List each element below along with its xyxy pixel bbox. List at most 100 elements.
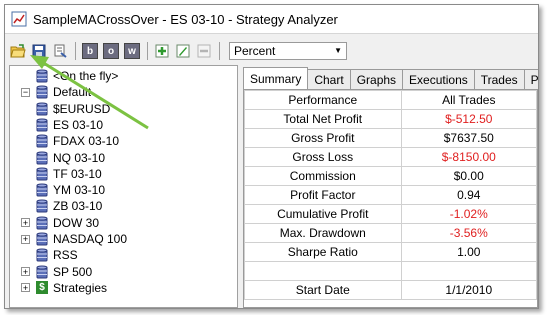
b-icon: b — [82, 43, 98, 59]
tree-item-label: Strategies — [53, 280, 108, 295]
metric-value: -1.02% — [400, 204, 537, 224]
tree-item-label: SP 500 — [53, 264, 93, 279]
tree-item-label: FDAX 03-10 — [53, 134, 120, 149]
metric-label: Gross Profit — [244, 128, 402, 148]
metric-label: Total Net Profit — [244, 109, 402, 129]
tab-executions[interactable]: Executions — [402, 69, 475, 89]
table-row: Commission $0.00 — [244, 166, 537, 186]
tab-periods[interactable]: Periods — [523, 69, 538, 89]
metric-label: Sharpe Ratio — [244, 242, 402, 262]
tree-item-label: ZB 03-10 — [53, 199, 103, 214]
table-row: Profit Factor 0.94 — [244, 185, 537, 205]
table-row: Gross Profit $7637.50 — [244, 128, 537, 148]
tree-item[interactable]: <On the fly> — [36, 68, 118, 84]
table-row: Max. Drawdown -3.56% — [244, 223, 537, 243]
tree-item-label: $EURUSD — [53, 101, 111, 116]
add-button[interactable] — [153, 42, 171, 60]
display-unit-value: Percent — [234, 44, 276, 58]
toolbar-separator — [75, 42, 76, 60]
table-header-row: Performance All Trades — [244, 90, 537, 110]
table-row: Gross Loss $-8150.00 — [244, 147, 537, 167]
metric-value: $-512.50 — [400, 109, 537, 129]
dropdown-arrow-icon: ▼ — [334, 46, 342, 55]
strategy-analyzer-icon — [11, 11, 27, 27]
display-unit-combo[interactable]: Percent ▼ — [229, 42, 347, 60]
toolbar-separator — [219, 42, 220, 60]
b-button[interactable]: b — [81, 42, 99, 60]
tree-item[interactable]: ZB 03-10 — [36, 198, 102, 214]
tree-item-label: <On the fly> — [53, 69, 119, 83]
tree-item-label: NQ 03-10 — [53, 150, 106, 165]
summary-grid: Performance All Trades Total Net Profit $… — [243, 89, 538, 308]
tree-item[interactable]: + NASDAQ 100 — [21, 231, 127, 247]
tree-item[interactable]: + $ Strategies — [21, 280, 107, 296]
tab-chart[interactable]: Chart — [307, 69, 351, 89]
expand-icon[interactable]: + — [21, 267, 30, 277]
table-row: Sharpe Ratio 1.00 — [244, 242, 537, 262]
expand-icon[interactable]: + — [21, 218, 30, 228]
tree-item[interactable]: − Default — [21, 84, 91, 100]
open-folder-icon — [10, 44, 26, 58]
tree-item[interactable]: RSS — [21, 247, 78, 263]
strategy-icon: $ — [36, 281, 48, 295]
remove-button[interactable] — [195, 42, 213, 60]
instrument-tree: <On the fly> − Default $EURUSD ES 03-10 FDAX … — [9, 65, 238, 308]
database-icon — [36, 134, 48, 148]
o-icon: o — [103, 43, 119, 59]
remove-icon — [197, 44, 211, 58]
metric-value: $-8150.00 — [400, 147, 537, 167]
database-icon — [36, 265, 48, 279]
tree-item[interactable]: YM 03-10 — [36, 182, 105, 198]
metric-value: $7637.50 — [400, 128, 537, 148]
save-button[interactable] — [30, 42, 48, 60]
metric-value: 0.94 — [400, 185, 537, 205]
expand-icon[interactable]: + — [21, 283, 30, 293]
tree-item-label: ES 03-10 — [53, 117, 104, 132]
expand-icon[interactable]: + — [21, 234, 30, 244]
tree-item[interactable]: TF 03-10 — [36, 166, 102, 182]
tree-item-label: DOW 30 — [53, 215, 100, 230]
database-icon — [36, 118, 48, 132]
properties-button[interactable] — [51, 42, 69, 60]
metric-label: Cumulative Profit — [244, 204, 402, 224]
results-panel: Summary Chart Graphs Executions Trades P… — [243, 65, 538, 308]
tree-item-label: TF 03-10 — [53, 166, 102, 181]
database-icon — [36, 85, 48, 99]
tree-item[interactable]: ES 03-10 — [36, 117, 103, 133]
results-tabs: Summary Chart Graphs Executions Trades P… — [243, 67, 538, 89]
column-header-performance[interactable]: Performance — [244, 90, 402, 110]
metric-label: Start Date — [244, 280, 402, 300]
summary-table: Performance All Trades Total Net Profit $… — [244, 90, 537, 300]
tree-item-label: RSS — [53, 248, 78, 263]
metric-value: 1/1/2010 — [400, 280, 537, 300]
metric-label — [244, 261, 402, 281]
w-button[interactable]: w — [123, 42, 141, 60]
column-header-all-trades[interactable]: All Trades — [400, 90, 537, 110]
tree-item[interactable]: FDAX 03-10 — [36, 133, 119, 149]
metric-label: Gross Loss — [244, 147, 402, 167]
database-icon — [36, 102, 48, 116]
o-button[interactable]: o — [102, 42, 120, 60]
blank-expander — [21, 250, 30, 260]
edit-button[interactable] — [174, 42, 192, 60]
tree-item[interactable]: + DOW 30 — [21, 215, 99, 231]
collapse-icon[interactable]: − — [21, 87, 30, 97]
toolbar-separator — [147, 42, 148, 60]
tree-item-label: Default — [53, 85, 92, 100]
tree-item[interactable]: + SP 500 — [21, 264, 92, 280]
database-icon — [36, 216, 48, 230]
tree-item[interactable]: $EURUSD — [36, 101, 110, 117]
metric-value: $0.00 — [400, 166, 537, 186]
tab-trades[interactable]: Trades — [473, 69, 525, 89]
tree-item-label: YM 03-10 — [53, 183, 106, 198]
tree-item[interactable]: NQ 03-10 — [36, 150, 105, 166]
tab-summary[interactable]: Summary — [243, 67, 309, 89]
strategy-analyzer-window: SampleMACrossOver - ES 03-10 - Strategy … — [4, 4, 539, 309]
metric-label: Profit Factor — [244, 185, 402, 205]
database-icon — [36, 167, 48, 181]
window-title: SampleMACrossOver - ES 03-10 - Strategy … — [33, 11, 338, 27]
tab-graphs[interactable]: Graphs — [349, 69, 404, 89]
table-row: Cumulative Profit -1.02% — [244, 204, 537, 224]
open-button[interactable] — [9, 42, 27, 60]
w-icon: w — [124, 43, 140, 59]
